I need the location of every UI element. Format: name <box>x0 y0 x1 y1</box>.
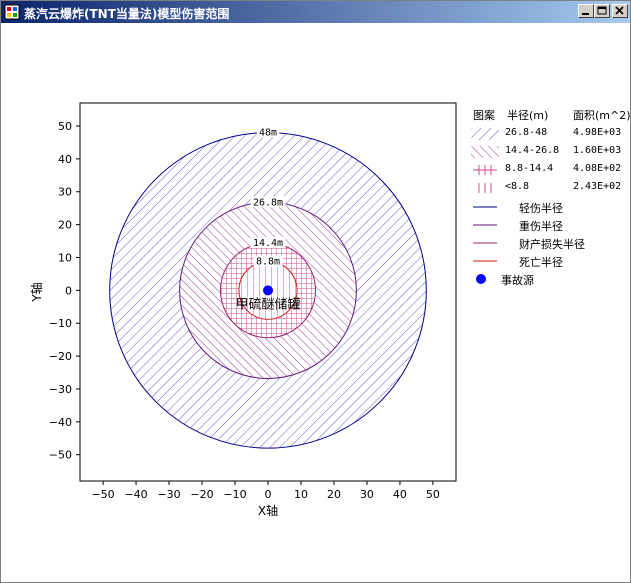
legend-range: 14.4-26.8 <box>505 145 560 156</box>
radius-label: 14.4m <box>253 238 283 249</box>
legend-source-label: 事故源 <box>501 274 534 287</box>
app-icon <box>4 4 20 20</box>
hatch-heavy-swatch-icon <box>471 146 499 158</box>
legend-header-pattern: 图案 <box>473 109 495 122</box>
legend-row-death: <8.8 2.43E+02 <box>467 181 627 195</box>
grid-swatch-icon <box>473 165 497 175</box>
source-dot-icon <box>476 274 486 284</box>
x-tick-label: 0 <box>265 488 272 501</box>
maximize-button[interactable] <box>594 4 610 18</box>
y-tick-label: 50 <box>58 120 72 133</box>
x-tick-label: 20 <box>327 488 341 501</box>
y-tick-label: −10 <box>49 317 72 330</box>
x-tick-label: 10 <box>294 488 308 501</box>
x-tick-label: −50 <box>91 488 114 501</box>
legend-row-light: 26.8-48 4.98E+03 <box>467 127 627 141</box>
maximize-icon <box>597 6 607 15</box>
minimize-button[interactable] <box>578 4 594 18</box>
vertical-swatch-icon <box>478 183 492 193</box>
legend-area: 4.98E+03 <box>573 127 622 138</box>
radius-label: 8.8m <box>256 256 280 267</box>
line-swatch-icon <box>473 224 497 226</box>
legend-area: 1.60E+03 <box>573 145 622 156</box>
app-window: 蒸汽云爆炸(TNT当量法)模型伤害范围 −50 −40 −30 −20 −10 … <box>0 0 631 583</box>
legend-area: 2.43E+02 <box>573 181 622 192</box>
legend-range: 8.8-14.4 <box>505 163 554 174</box>
window-title: 蒸汽云爆炸(TNT当量法)模型伤害范围 <box>24 7 230 21</box>
legend-line-label: 死亡半径 <box>519 256 563 269</box>
radius-label: 48m <box>259 128 277 139</box>
y-tick-label: −30 <box>49 383 72 396</box>
close-button[interactable] <box>612 4 628 18</box>
legend-line-death: 死亡半径 <box>467 254 627 269</box>
legend-row-heavy: 14.4-26.8 1.60E+03 <box>467 145 627 159</box>
legend-line-heavy: 重伤半径 <box>467 218 627 233</box>
legend-line-label: 轻伤半径 <box>519 202 563 215</box>
close-icon <box>615 6 624 15</box>
line-swatch-icon <box>473 206 497 208</box>
source-point <box>263 285 273 296</box>
hatch-light-swatch-icon <box>471 128 499 140</box>
y-tick-label: −20 <box>49 350 72 363</box>
radius-label: 26.8m <box>253 197 283 208</box>
minimize-icon <box>582 13 589 15</box>
legend-line-label: 财产损失半径 <box>519 238 585 251</box>
legend-header-area: 面积(m^2) <box>573 109 631 122</box>
x-tick-label: −10 <box>223 488 246 501</box>
line-swatch-icon <box>473 242 497 244</box>
source-label: 甲硫醚储罐 <box>235 297 300 312</box>
line-swatch-icon <box>473 260 497 262</box>
y-tick-label: 10 <box>58 251 72 264</box>
legend-source: 事故源 <box>467 272 627 287</box>
y-tick-label: −50 <box>49 449 72 462</box>
x-tick-label: −30 <box>157 488 180 501</box>
legend-range: 26.8-48 <box>505 127 548 138</box>
y-tick-label: 40 <box>58 153 72 166</box>
legend-line-label: 重伤半径 <box>519 220 563 233</box>
x-axis-label: X轴 <box>258 503 278 518</box>
x-tick-label: 30 <box>360 488 374 501</box>
title-bar[interactable]: 蒸汽云爆炸(TNT当量法)模型伤害范围 <box>1 1 630 23</box>
chart-area: −50 −40 −30 −20 −10 0 10 20 30 40 50 50 40 30 20 10 0 −10… <box>1 23 631 582</box>
y-tick-label: 0 <box>65 284 72 297</box>
legend-header-radius: 半径(m) <box>507 109 549 122</box>
legend-row-property: 8.8-14.4 4.08E+02 <box>467 163 627 177</box>
x-tick-label: −40 <box>124 488 147 501</box>
x-tick-label: 40 <box>393 488 407 501</box>
y-tick-label: 30 <box>58 186 72 199</box>
legend-line-property: 财产损失半径 <box>467 236 627 251</box>
y-tick-label: −40 <box>49 416 72 429</box>
x-tick-label: 50 <box>426 488 440 501</box>
legend-line-light: 轻伤半径 <box>467 200 627 215</box>
y-axis-label: Y轴 <box>29 282 44 302</box>
x-tick-label: −20 <box>190 488 213 501</box>
y-tick-label: 20 <box>58 219 72 232</box>
legend-range: <8.8 <box>505 181 530 192</box>
legend-area: 4.08E+02 <box>573 163 622 174</box>
